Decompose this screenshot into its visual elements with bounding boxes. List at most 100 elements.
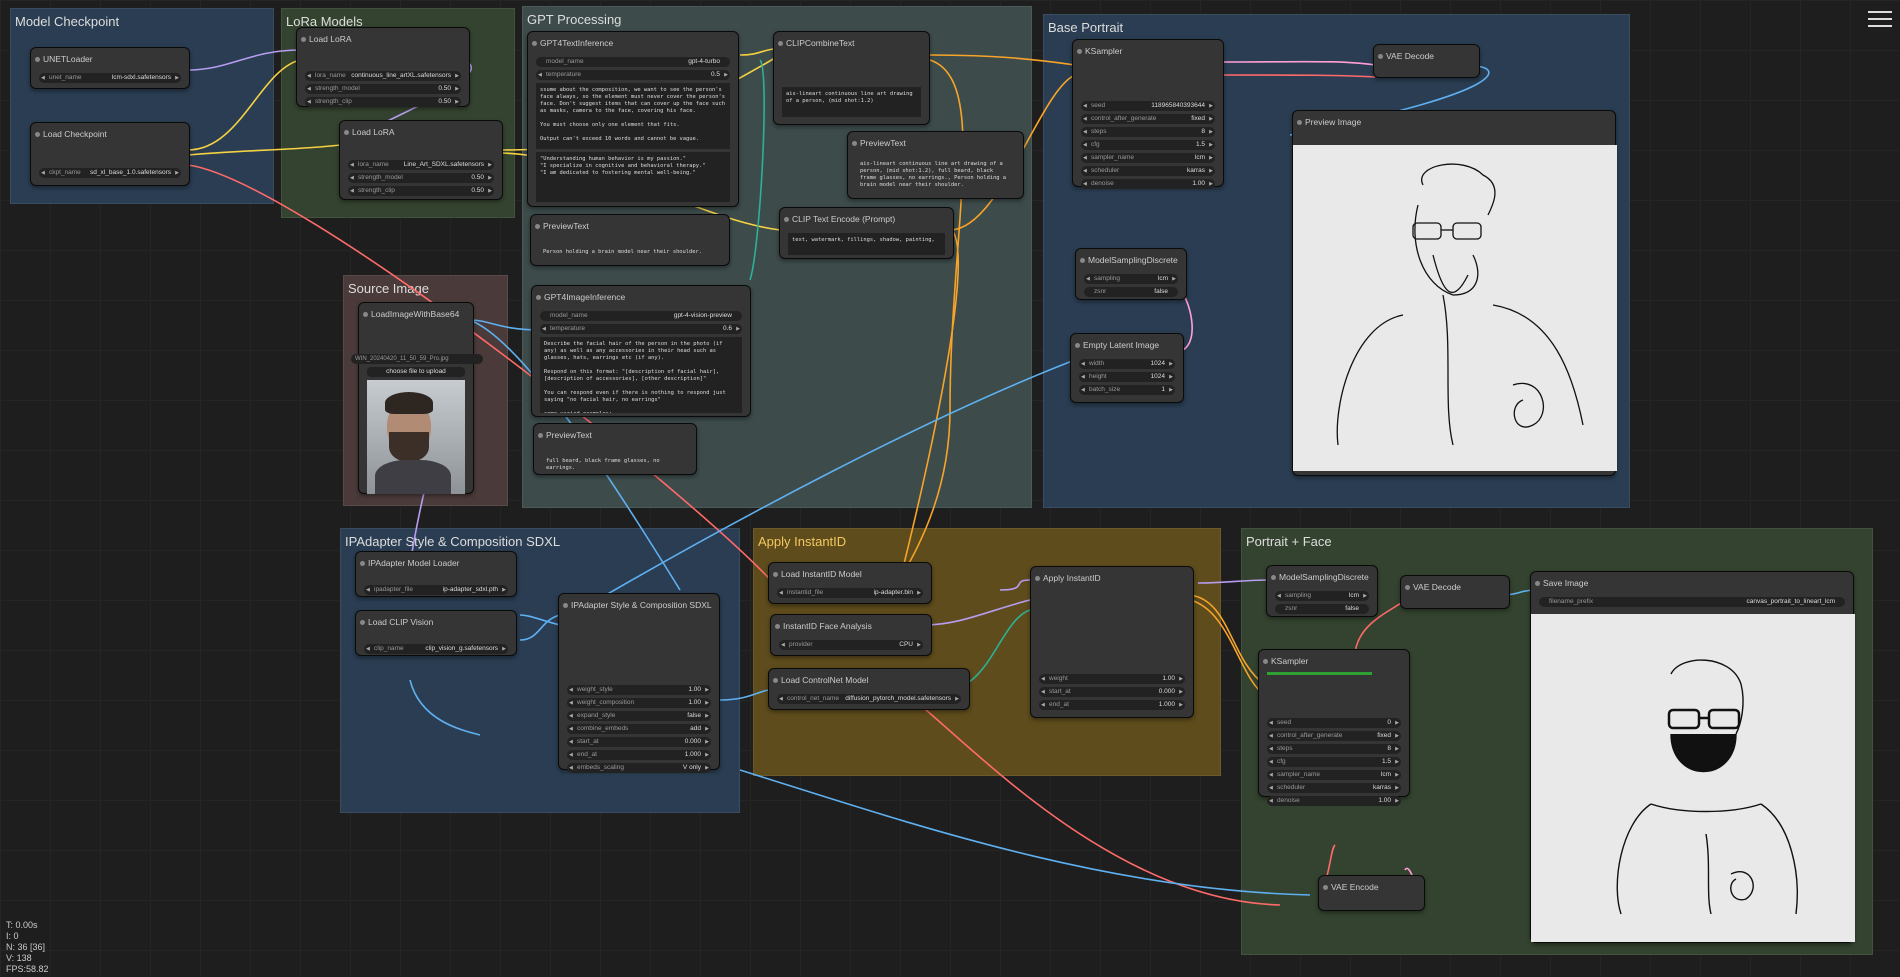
node-load-lora-2[interactable]: Load LoRA lora_nameLine_Art_SDXL.safeten… — [339, 120, 503, 200]
node-preview-text-2[interactable]: PreviewText full beard, black frame glas… — [533, 423, 697, 475]
widget-end-at[interactable]: end_at 1.000 — [567, 750, 711, 760]
group-title: GPT Processing — [527, 12, 622, 27]
widget-embeds-scaling[interactable]: embeds_scaling V only — [567, 763, 711, 773]
upload-button[interactable]: choose file to upload — [367, 367, 465, 377]
widget-start-at[interactable]: start_at 0.000 — [1039, 687, 1185, 697]
widget-seed[interactable]: seed 118965840393644 — [1081, 101, 1215, 111]
node-load-controlnet[interactable]: Load ControlNet Model control_net_namedi… — [768, 668, 970, 710]
widget-filename-prefix[interactable]: filename_prefix canvas_portrait_to_linear… — [1539, 597, 1845, 607]
node-unet-loader[interactable]: UNETLoader unet_namelcm-sdxl.safetensors — [30, 47, 190, 89]
widget-cfg[interactable]: cfg 1.5 — [1267, 757, 1401, 767]
widget-lora-name[interactable]: lora_nameLine_Art_SDXL.safetensors — [348, 160, 494, 170]
widget-sampler-name[interactable]: sampler_name lcm — [1081, 153, 1215, 163]
widget-sampling[interactable]: samplinglcm — [1275, 591, 1369, 601]
widget-denoise[interactable]: denoise 1.00 — [1081, 179, 1215, 189]
widget-cfg[interactable]: cfg 1.5 — [1081, 140, 1215, 150]
widget-width[interactable]: width 1024 — [1079, 359, 1175, 369]
lineart-drawing — [1336, 163, 1584, 446]
node-clip-combine-text[interactable]: CLIPCombineText ais-lineart continuous l… — [773, 31, 930, 125]
node-ipadapter-style[interactable]: IPAdapter Style & Composition SDXL weigh… — [558, 593, 720, 773]
widget-provider[interactable]: providerCPU — [779, 640, 923, 650]
node-gpt4-text-inference[interactable]: GPT4TextInference model_name gpt-4-turbo … — [527, 31, 739, 207]
node-preview-image[interactable]: Preview Image — [1292, 110, 1617, 476]
ipadapter-widgets: weight_style 1.00 weight_composition 1.00 ex… — [559, 685, 719, 773]
preview-text: ais-lineart continuous line art drawing … — [860, 161, 1010, 188]
group-title: Base Portrait — [1048, 20, 1124, 35]
prompt-textarea[interactable]: text, watermark, fillings, shadow, paint… — [788, 233, 945, 255]
widget-value: lcm — [1194, 154, 1205, 161]
node-ksampler-face[interactable]: KSampler seed 0 control_after_generate fixe… — [1258, 649, 1410, 806]
widget-control-after-generate[interactable]: control_after_generate fixed — [1081, 114, 1215, 124]
widget-image[interactable]: WIN_20240420_11_50_59_Pro.jpg — [351, 354, 483, 364]
widget-batch-size[interactable]: batch_size 1 — [1079, 385, 1175, 395]
node-title: Load LoRA — [340, 121, 502, 143]
widget-label: weight — [1049, 675, 1068, 682]
widget-seed[interactable]: seed 0 — [1267, 718, 1401, 728]
widget-combine-embeds[interactable]: combine_embeds add — [567, 724, 711, 734]
widget-height[interactable]: height 1024 — [1079, 372, 1175, 382]
input-textarea[interactable]: "Understanding human behavior is my pass… — [536, 152, 730, 202]
node-apply-instantid[interactable]: Apply InstantID weight 1.00 start_at 0.000 e… — [1030, 566, 1194, 718]
widget-scheduler[interactable]: scheduler karras — [1081, 166, 1215, 176]
widget-ipadapter-file[interactable]: ipadapter_fileip-adapter_sdxl.pth — [364, 585, 508, 595]
widget-unet-name[interactable]: unet_namelcm-sdxl.safetensors — [39, 73, 181, 83]
node-instantid-face-analysis[interactable]: InstantID Face Analysis providerCPU — [770, 614, 932, 656]
widget-sampler-name[interactable]: sampler_name lcm — [1267, 770, 1401, 780]
node-load-checkpoint[interactable]: Load Checkpoint ckpt_namesd_xl_base_1.0.… — [30, 122, 190, 186]
node-empty-latent[interactable]: Empty Latent Image width 1024 height 1024 ba… — [1070, 333, 1184, 403]
node-ipadapter-loader[interactable]: IPAdapter Model Loader ipadapter_fileip-… — [355, 551, 517, 597]
widget-end-at[interactable]: end_at 1.000 — [1039, 700, 1185, 710]
widget-weight[interactable]: weight 1.00 — [1039, 674, 1185, 684]
widget-model-name[interactable]: model_name gpt-4-vision-preview — [540, 311, 742, 321]
widget-start-at[interactable]: start_at 0.000 — [567, 737, 711, 747]
widget-label: seed — [1091, 102, 1106, 109]
widget-strength-model[interactable]: strength_model0.50 — [305, 84, 461, 94]
widget-sampling[interactable]: samplinglcm — [1084, 274, 1178, 284]
widget-model-name[interactable]: model_name gpt-4-turbo — [536, 57, 730, 67]
widget-weight-composition[interactable]: weight_composition 1.00 — [567, 698, 711, 708]
widget-strength-model[interactable]: strength_model0.50 — [348, 173, 494, 183]
node-model-sampling-base[interactable]: ModelSamplingDiscrete samplinglcm zsnrfa… — [1075, 248, 1187, 300]
widget-ckpt-name[interactable]: ckpt_namesd_xl_base_1.0.safetensors — [39, 168, 181, 178]
widget-control-net-name[interactable]: control_net_namediffusion_pytorch_model.… — [777, 694, 961, 704]
widget-zsnr[interactable]: zsnr false — [1084, 287, 1178, 297]
widget-steps[interactable]: steps 8 — [1267, 744, 1401, 754]
node-vae-encode[interactable]: VAE Encode — [1318, 875, 1425, 911]
widget-strength-clip[interactable]: strength_clip0.50 — [348, 186, 494, 196]
prompt-textarea[interactable]: Describe the facial hair of the person i… — [540, 337, 742, 413]
widget-strength-clip[interactable]: strength_clip0.50 — [305, 97, 461, 107]
widget-label: height — [1089, 373, 1107, 380]
node-load-image-base64[interactable]: LoadImageWithBase64 WIN_20240420_11_50_5… — [351, 302, 483, 494]
menu-icon[interactable] — [1868, 6, 1892, 32]
widget-lora-name[interactable]: lora_namecontinuous_line_artXL.safetenso… — [305, 71, 461, 81]
widget-clip-name[interactable]: clip_nameclip_vision_g.safetensors — [364, 644, 508, 654]
node-preview-text-main[interactable]: PreviewText ais-lineart continuous line … — [847, 131, 1024, 199]
prompt-textarea[interactable]: ssume about the composition, we want to … — [536, 83, 730, 149]
node-gpt4-image-inference[interactable]: GPT4ImageInference model_name gpt-4-visio… — [531, 285, 751, 417]
widget-scheduler[interactable]: scheduler karras — [1267, 783, 1401, 793]
widget-zsnr[interactable]: zsnr false — [1275, 604, 1369, 614]
preview-text: Person holding a brain model near their … — [543, 249, 703, 255]
node-load-clip-vision[interactable]: Load CLIP Vision clip_nameclip_vision_g.… — [355, 610, 517, 656]
status-overlay: T: 0.00s I: 0 N: 36 [36] V: 138 FPS:58.82 — [6, 920, 49, 975]
widget-denoise[interactable]: denoise 1.00 — [1267, 796, 1401, 806]
widget-weight-style[interactable]: weight_style 1.00 — [567, 685, 711, 695]
widget-label: width — [1089, 360, 1105, 367]
widget-control-after-generate[interactable]: control_after_generate fixed — [1267, 731, 1401, 741]
node-model-sampling-face[interactable]: ModelSamplingDiscrete samplinglcm zsnrfa… — [1266, 565, 1378, 617]
node-clip-text-encode[interactable]: CLIP Text Encode (Prompt) text, watermar… — [779, 207, 954, 259]
widget-value: lcm — [1380, 771, 1391, 778]
node-vae-decode-base[interactable]: VAE Decode — [1373, 44, 1480, 78]
node-load-instantid-model[interactable]: Load InstantID Model instantid_fileip-ad… — [768, 562, 932, 604]
widget-temperature[interactable]: temperature0.6 — [540, 324, 742, 334]
node-ksampler-base[interactable]: KSampler seed 118965840393644 control_afte… — [1072, 39, 1224, 189]
node-preview-text-1[interactable]: PreviewText Person holding a brain model… — [530, 214, 730, 266]
node-load-lora-1[interactable]: Load LoRA lora_namecontinuous_line_artXL… — [296, 27, 470, 107]
node-vae-decode-face[interactable]: VAE Decode — [1400, 575, 1510, 609]
widget-instantid-file[interactable]: instantid_fileip-adapter.bin — [777, 588, 923, 598]
widget-label: weight_composition — [577, 699, 635, 706]
widget-expand-style[interactable]: expand_style false — [567, 711, 711, 721]
node-save-image[interactable]: Save Image filename_prefix canvas_portrai… — [1530, 571, 1855, 943]
widget-steps[interactable]: steps 8 — [1081, 127, 1215, 137]
widget-temperature[interactable]: temperature0.5 — [536, 70, 730, 80]
